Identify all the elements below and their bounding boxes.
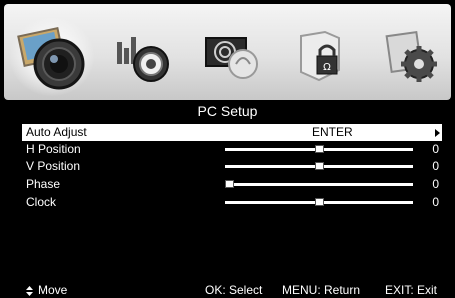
- clock-label: Clock: [26, 195, 57, 209]
- phase-label: Phase: [26, 177, 61, 191]
- menu-icon-bar: Ω: [4, 4, 451, 100]
- h-position-value: 0: [432, 142, 439, 156]
- clock-row[interactable]: Clock 0: [22, 194, 442, 211]
- return-hint: MENU: Return: [282, 283, 361, 297]
- h-position-label: H Position: [26, 142, 81, 156]
- auto-adjust-label: Auto Adjust: [26, 125, 87, 139]
- svg-text:Ω: Ω: [323, 62, 331, 73]
- phase-slider[interactable]: [225, 180, 413, 188]
- phase-value: 0: [432, 177, 439, 191]
- v-position-slider[interactable]: [225, 162, 413, 170]
- page-title: PC Setup: [197, 103, 258, 119]
- v-position-label: V Position: [26, 159, 81, 173]
- picture-icon: [17, 26, 85, 90]
- sound-icon: [117, 37, 169, 82]
- settings-menu-tab[interactable]: [367, 4, 455, 100]
- clock-slider[interactable]: [225, 198, 413, 206]
- footer-hints: Move OK: Select MENU: Return EXIT: Exit: [0, 283, 455, 298]
- channel-menu-tab[interactable]: [187, 4, 277, 100]
- move-hint: Move: [38, 283, 68, 297]
- settings-icon: [385, 30, 437, 82]
- select-hint: OK: Select: [205, 283, 263, 297]
- exit-hint: EXIT: Exit: [385, 283, 438, 297]
- phase-row[interactable]: Phase 0: [22, 176, 442, 193]
- clock-slider-knob[interactable]: [315, 198, 324, 206]
- channel-icon: [205, 37, 258, 79]
- h-position-slider-knob[interactable]: [315, 145, 324, 153]
- lock-menu-tab[interactable]: Ω: [277, 4, 367, 100]
- auto-adjust-value: ENTER: [312, 125, 353, 139]
- v-position-row[interactable]: V Position 0: [22, 158, 442, 175]
- v-position-value: 0: [432, 159, 439, 173]
- sound-menu-tab[interactable]: [97, 4, 187, 100]
- auto-adjust-row[interactable]: Auto Adjust ENTER: [22, 124, 442, 141]
- lock-icon: Ω: [300, 30, 340, 82]
- up-down-arrow-icon: [26, 286, 33, 296]
- phase-slider-knob[interactable]: [225, 180, 234, 188]
- v-position-slider-knob[interactable]: [315, 162, 324, 170]
- h-position-row[interactable]: H Position 0: [22, 141, 442, 158]
- clock-value: 0: [432, 195, 439, 209]
- arrow-right-icon: [435, 129, 440, 137]
- picture-menu-tab[interactable]: [7, 4, 97, 100]
- h-position-slider[interactable]: [225, 145, 413, 153]
